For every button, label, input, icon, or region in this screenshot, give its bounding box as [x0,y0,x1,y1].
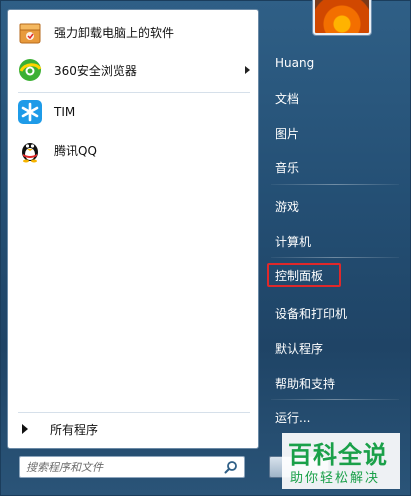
menu-item-music[interactable]: 音乐 [267,155,399,179]
menu-item-devices-printers[interactable]: 设备和打印机 [267,301,399,325]
uninstall-box-icon [16,18,44,46]
all-programs-label: 所有程序 [50,422,99,437]
menu-item-user[interactable]: Huang [267,51,399,75]
menu-item-label: 计算机 [275,234,312,249]
expand-arrow-icon [22,424,28,434]
watermark: 百科全说 助你轻松解决 [282,433,400,489]
program-item-tim[interactable]: TIM [16,94,254,130]
search-input[interactable] [26,459,216,475]
qq-penguin-icon [16,136,44,164]
program-item-360-browser[interactable]: 360安全浏览器 [16,52,254,88]
divider [271,399,399,400]
program-label: 腾讯QQ [54,143,97,158]
menu-item-label: 默认程序 [275,341,324,356]
program-item-uninstaller[interactable]: 强力卸载电脑上的软件 [16,14,254,50]
programs-pane: 强力卸载电脑上的软件 360安全浏览器 TIM 腾讯QQ 所有程序 [7,9,259,449]
menu-item-label: 帮助和支持 [275,376,336,391]
menu-item-label: 游戏 [275,199,300,214]
menu-item-help-support[interactable]: 帮助和支持 [267,371,399,395]
program-label: 强力卸载电脑上的软件 [54,25,175,40]
divider [271,257,399,258]
menu-item-run[interactable]: 运行... [267,405,399,429]
menu-item-control-panel[interactable]: 控制面板 [267,263,341,287]
user-avatar[interactable] [313,0,371,35]
program-label: 360安全浏览器 [54,63,137,78]
menu-item-label: 运行... [275,410,311,425]
menu-item-documents[interactable]: 文档 [267,86,399,110]
menu-item-pictures[interactable]: 图片 [267,121,399,145]
menu-item-label: 文档 [275,91,300,106]
user-name-label: Huang [275,56,315,70]
submenu-arrow-icon[interactable] [245,66,250,74]
divider [271,184,399,185]
tim-icon [16,98,44,126]
search-icon[interactable] [224,460,238,474]
menu-item-label: 设备和打印机 [275,306,348,321]
watermark-title: 百科全说 [288,441,388,469]
watermark-subtitle: 助你轻松解决 [290,471,381,486]
start-menu: 强力卸载电脑上的软件 360安全浏览器 TIM 腾讯QQ 所有程序 搜索程序和文… [0,0,411,496]
menu-item-label: 图片 [275,126,300,141]
all-programs-button[interactable]: 所有程序 [16,418,254,440]
divider [18,92,250,93]
menu-item-label: 控制面板 [275,268,324,283]
360-browser-icon [16,56,44,84]
search-box[interactable] [19,456,245,478]
menu-item-games[interactable]: 游戏 [267,194,399,218]
divider [18,412,250,413]
program-label: TIM [54,105,76,119]
program-item-qq[interactable]: 腾讯QQ [16,132,254,168]
menu-item-label: 音乐 [275,160,300,175]
menu-item-default-programs[interactable]: 默认程序 [267,336,399,360]
menu-item-computer[interactable]: 计算机 [267,229,399,253]
